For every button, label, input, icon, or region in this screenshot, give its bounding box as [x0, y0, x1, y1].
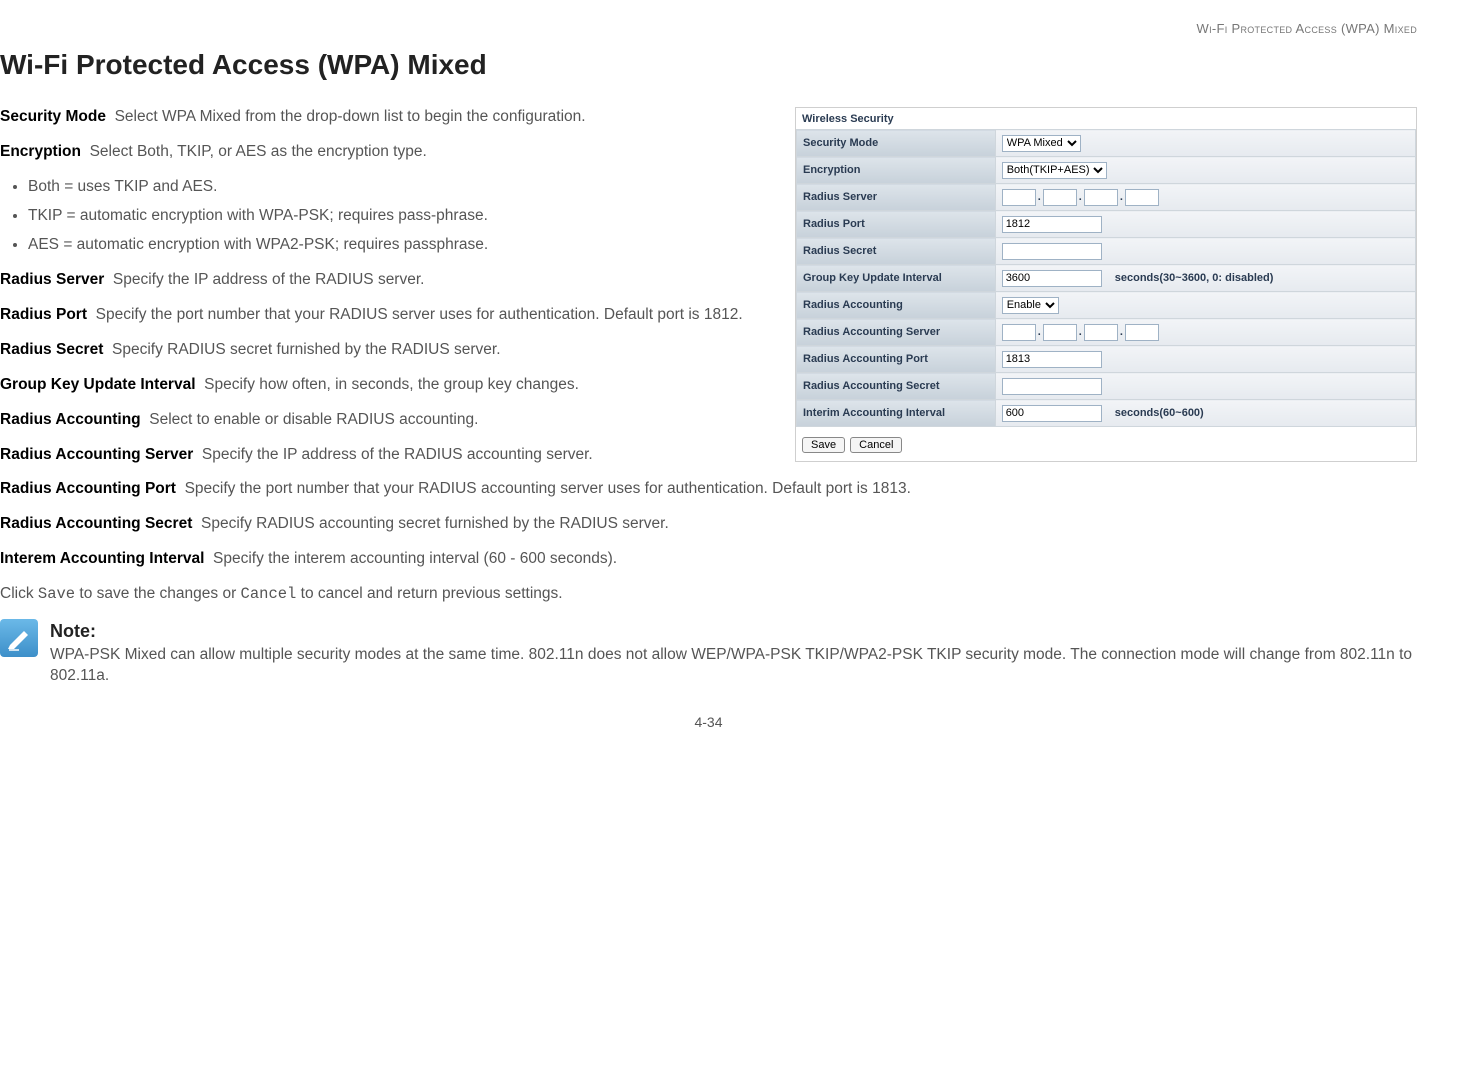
- note-body: WPA-PSK Mixed can allow multiple securit…: [50, 645, 1417, 687]
- racct-server-oct4[interactable]: [1125, 324, 1159, 341]
- row-label-gkui: Group Key Update Interval: [797, 265, 996, 292]
- racct-select[interactable]: Enable: [1002, 297, 1059, 314]
- para-save-cancel: Click Save to save the changes or Cancel…: [0, 584, 1417, 605]
- radius-server-oct2[interactable]: [1043, 189, 1077, 206]
- row-label-racct-port: Radius Accounting Port: [797, 346, 996, 373]
- racct-port-input[interactable]: [1002, 351, 1102, 368]
- page-title: Wi-Fi Protected Access (WPA) Mixed: [0, 46, 1417, 84]
- figure-section-title: Wireless Security: [796, 108, 1416, 129]
- para-interem: Interem Accounting Interval Specify the …: [0, 549, 1417, 570]
- racct-server-oct3[interactable]: [1084, 324, 1118, 341]
- racct-server-oct1[interactable]: [1002, 324, 1036, 341]
- note-pencil-icon: [0, 619, 38, 657]
- figure-save-button[interactable]: Save: [802, 437, 845, 453]
- row-label-radius-server: Radius Server: [797, 184, 996, 211]
- gkui-hint: seconds(30~3600, 0: disabled): [1115, 272, 1274, 284]
- gkui-input[interactable]: [1002, 270, 1102, 287]
- row-label-iai: Interim Accounting Interval: [797, 400, 996, 427]
- note-block: Note: WPA-PSK Mixed can allow multiple s…: [0, 619, 1417, 687]
- row-label-security-mode: Security Mode: [797, 130, 996, 157]
- racct-server-oct2[interactable]: [1043, 324, 1077, 341]
- encryption-select[interactable]: Both(TKIP+AES): [1002, 162, 1107, 179]
- radius-secret-input[interactable]: [1002, 243, 1102, 260]
- row-label-racct-server: Radius Accounting Server: [797, 319, 996, 346]
- radius-server-oct3[interactable]: [1084, 189, 1118, 206]
- iai-hint: seconds(60~600): [1115, 407, 1204, 419]
- racct-secret-input[interactable]: [1002, 378, 1102, 395]
- iai-input[interactable]: [1002, 405, 1102, 422]
- page-number: 4-34: [0, 713, 1417, 732]
- row-label-radius-secret: Radius Secret: [797, 238, 996, 265]
- row-label-racct: Radius Accounting: [797, 292, 996, 319]
- row-label-encryption: Encryption: [797, 157, 996, 184]
- racct-server-field: ...: [995, 319, 1415, 346]
- security-mode-select[interactable]: WPA Mixed: [1002, 135, 1081, 152]
- radius-server-oct1[interactable]: [1002, 189, 1036, 206]
- header-breadcrumb: Wi-Fi Protected Access (WPA) Mixed: [0, 20, 1417, 38]
- para-racct-port: Radius Accounting Port Specify the port …: [0, 479, 1417, 500]
- radius-server-field: ...: [995, 184, 1415, 211]
- radius-server-oct4[interactable]: [1125, 189, 1159, 206]
- radius-port-input[interactable]: [1002, 216, 1102, 233]
- note-title: Note:: [50, 619, 1417, 643]
- wireless-security-screenshot: Wireless Security Security Mode WPA Mixe…: [795, 107, 1417, 462]
- para-racct-secret: Radius Accounting Secret Specify RADIUS …: [0, 514, 1417, 535]
- row-label-radius-port: Radius Port: [797, 211, 996, 238]
- row-label-racct-secret: Radius Accounting Secret: [797, 373, 996, 400]
- figure-cancel-button[interactable]: Cancel: [850, 437, 902, 453]
